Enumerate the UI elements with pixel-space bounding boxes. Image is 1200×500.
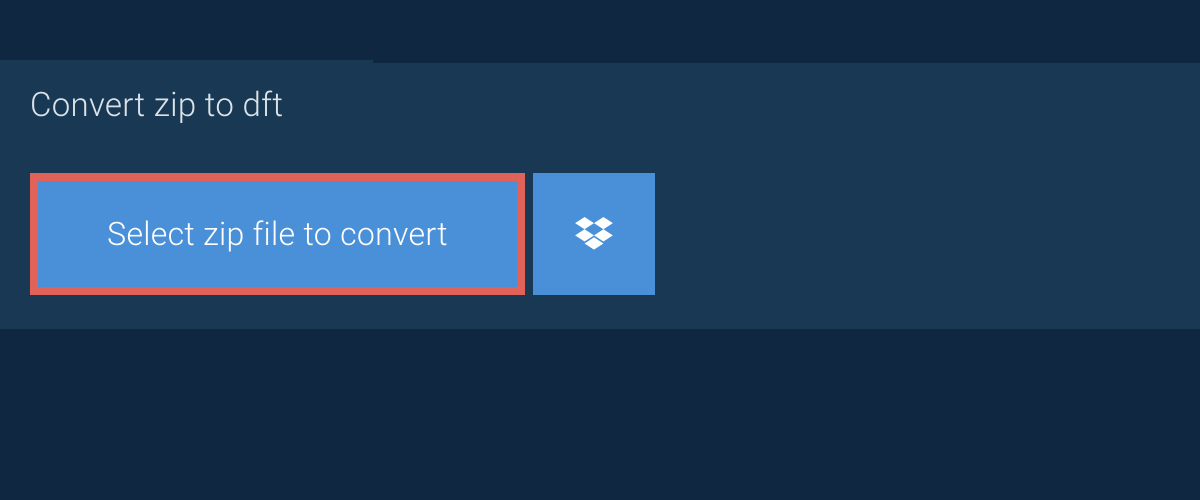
tab-label: Convert zip to dft <box>30 86 283 125</box>
select-file-button[interactable]: Select zip file to convert <box>30 173 525 295</box>
select-file-label: Select zip file to convert <box>107 215 448 253</box>
converter-tab[interactable]: Convert zip to dft <box>0 60 373 150</box>
dropbox-icon <box>575 217 613 251</box>
button-row: Select zip file to convert <box>30 173 655 295</box>
dropbox-button[interactable] <box>533 173 655 295</box>
